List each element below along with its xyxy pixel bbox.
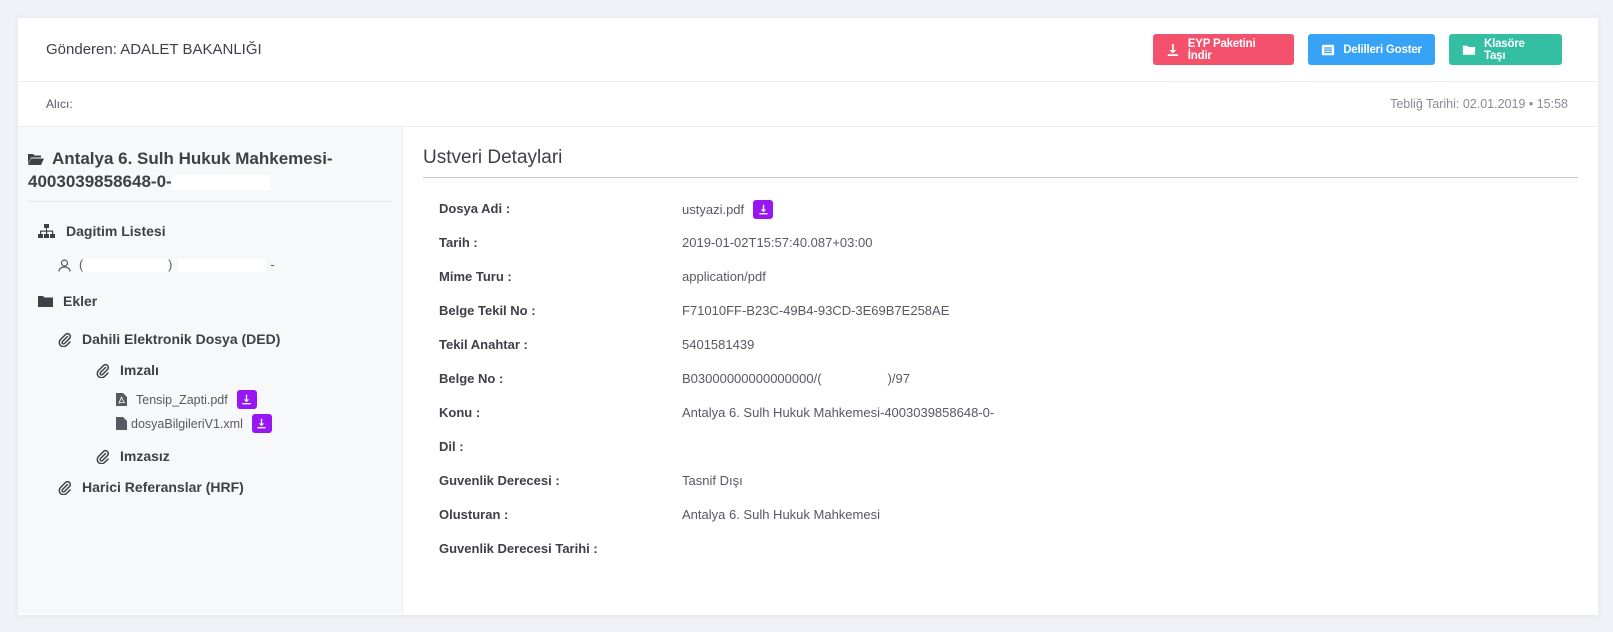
- paperclip-icon: [58, 332, 71, 347]
- ded-node[interactable]: Dahili Elektronik Dosya (DED): [58, 331, 280, 347]
- case-title: Antalya 6. Sulh Hukuk Mahkemesi- 4003039…: [28, 147, 392, 202]
- meta-key: Belge Tekil No :: [439, 303, 536, 318]
- user-icon: [58, 258, 71, 272]
- meta-value: Tasnif Dışı: [682, 473, 743, 488]
- meta-key: Dosya Adi :: [439, 201, 511, 216]
- paperclip-icon: [96, 449, 109, 464]
- redaction: [821, 372, 888, 385]
- move-to-folder-button[interactable]: Klasöre Taşı: [1449, 34, 1562, 65]
- distribution-list-node[interactable]: Dagitim Listesi: [38, 223, 166, 239]
- meta-value: Antalya 6. Sulh Hukuk Mahkemesi: [682, 507, 880, 522]
- metadata-panel: Ustveri Detaylari Dosya Adi : ustyazi.pd…: [403, 127, 1598, 614]
- ded-label: Dahili Elektronik Dosya (DED): [82, 331, 281, 347]
- card-subheader: Alıcı: Tebliğ Tarihi: 02.01.2019 • 15:58: [18, 82, 1598, 127]
- card-body: Antalya 6. Sulh Hukuk Mahkemesi- 4003039…: [18, 127, 1598, 614]
- sender-label: Gönderen: ADALET BAKANLIĞI: [46, 41, 262, 58]
- download-main-file-button[interactable]: [753, 200, 774, 219]
- paperclip-icon: [58, 480, 71, 495]
- meta-value-text: B03000000000000000/(: [682, 371, 822, 386]
- file-dosya-bilgileri-label: dosyaBilgileriV1.xml: [131, 416, 243, 431]
- meta-value: 5401581439: [682, 337, 755, 352]
- meta-key: Olusturan :: [439, 507, 509, 522]
- file-icon: [116, 417, 127, 430]
- recipient-mid: ): [168, 258, 173, 272]
- meta-key: Dil :: [439, 439, 464, 454]
- folder-icon: [38, 295, 53, 307]
- unsigned-label: Imzasız: [120, 448, 170, 464]
- meta-key: Mime Turu :: [439, 269, 512, 284]
- recipient-suffix: -: [270, 258, 275, 272]
- folder-open-icon: [28, 154, 44, 165]
- attachments-label: Ekler: [63, 293, 98, 309]
- folder-icon: [1462, 45, 1476, 55]
- hrf-label: Harici Referanslar (HRF): [82, 479, 244, 495]
- redaction: [171, 175, 270, 191]
- show-evidence-button[interactable]: Delilleri Goster: [1308, 34, 1435, 65]
- download-icon: [759, 204, 768, 215]
- recipient-label: Alıcı:: [46, 97, 73, 111]
- meta-value: Antalya 6. Sulh Hukuk Mahkemesi-40030398…: [682, 405, 995, 420]
- case-title-line1: Antalya 6. Sulh Hukuk Mahkemesi-: [52, 149, 333, 168]
- meta-value: ustyazi.pdf: [682, 200, 774, 219]
- signed-node[interactable]: Imzalı: [96, 362, 159, 378]
- distribution-recipient: ( ) -: [58, 258, 275, 272]
- download-package-label: EYP Paketini İndir: [1187, 37, 1256, 62]
- list-icon: [1322, 44, 1335, 55]
- meta-key: Konu :: [439, 405, 481, 420]
- meta-key: Guvenlik Derecesi Tarihi :: [439, 541, 598, 556]
- paperclip-icon: [96, 363, 109, 378]
- redaction: [178, 258, 267, 272]
- hrf-node[interactable]: Harici Referanslar (HRF): [58, 479, 244, 495]
- download-icon: [242, 394, 251, 405]
- distribution-list-label: Dagitim Listesi: [66, 223, 166, 239]
- case-title-line2: 4003039858648-0-: [28, 172, 172, 191]
- meta-key: Tarih :: [439, 235, 478, 250]
- metadata-title: Ustveri Detaylari: [423, 147, 1578, 178]
- file-tensip-zapti-label: Tensip_Zapti.pdf: [136, 392, 228, 407]
- attachments-node[interactable]: Ekler: [38, 293, 97, 309]
- meta-value-suffix: )/97: [887, 371, 910, 386]
- file-tensip-zapti[interactable]: Tensip_Zapti.pdf: [116, 390, 257, 409]
- download-icon: [1167, 43, 1179, 56]
- meta-key: Belge No :: [439, 371, 504, 386]
- card-header: Gönderen: ADALET BAKANLIĞI EYP Paketini …: [18, 18, 1598, 82]
- signed-label: Imzalı: [120, 362, 159, 378]
- meta-value: 2019-01-02T15:57:40.087+03:00: [682, 235, 873, 250]
- document-card: Gönderen: ADALET BAKANLIĞI EYP Paketini …: [18, 18, 1598, 615]
- attachment-tree-panel: Antalya 6. Sulh Hukuk Mahkemesi- 4003039…: [18, 127, 403, 614]
- unsigned-node[interactable]: Imzasız: [96, 448, 170, 464]
- meta-key: Tekil Anahtar :: [439, 337, 528, 352]
- sitemap-icon: [38, 223, 55, 238]
- download-tensip-zapti-button[interactable]: [236, 390, 257, 409]
- file-dosya-bilgileri[interactable]: dosyaBilgileriV1.xml: [116, 414, 272, 433]
- pdf-file-icon: [116, 393, 127, 406]
- meta-value: F71010FF-B23C-49B4-93CD-3E69B7E258AE: [682, 303, 950, 318]
- meta-value: application/pdf: [682, 269, 766, 284]
- download-package-button[interactable]: EYP Paketini İndir: [1153, 34, 1294, 65]
- meta-value: B03000000000000000/( )/97: [682, 371, 910, 386]
- redaction: [83, 258, 169, 272]
- notification-date: Tebliğ Tarihi: 02.01.2019 • 15:58: [1390, 97, 1568, 111]
- meta-value-text: ustyazi.pdf: [682, 202, 745, 217]
- header-actions: EYP Paketini İndir Delilleri Goster Klas…: [1153, 34, 1562, 65]
- show-evidence-label: Delilleri Goster: [1343, 43, 1422, 56]
- download-icon: [257, 418, 266, 429]
- download-dosya-bilgileri-button[interactable]: [251, 414, 272, 433]
- move-to-folder-label: Klasöre Taşı: [1483, 37, 1525, 62]
- meta-key: Guvenlik Derecesi :: [439, 473, 560, 488]
